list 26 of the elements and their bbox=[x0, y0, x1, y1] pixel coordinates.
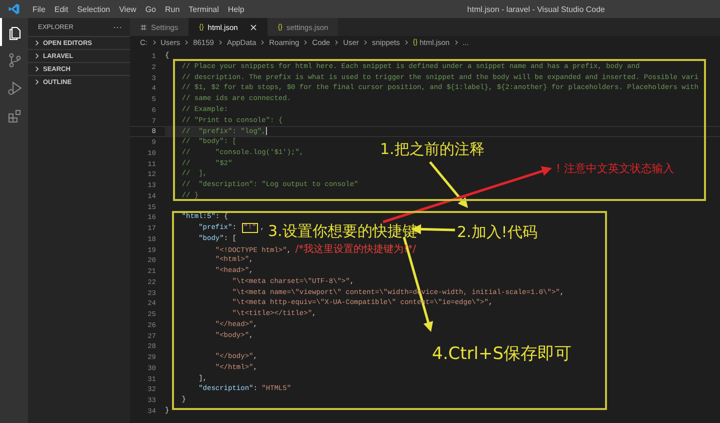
menu-item[interactable]: Help bbox=[223, 4, 249, 14]
menu-item[interactable]: Terminal bbox=[184, 4, 224, 14]
menu-item[interactable]: Edit bbox=[50, 4, 73, 14]
window-title: html.json - laravel - Visual Studio Code bbox=[467, 4, 605, 14]
settings-file-icon bbox=[140, 24, 147, 30]
annotation-label: 2.加入!代码 bbox=[457, 223, 538, 241]
chevron-icon bbox=[260, 40, 266, 45]
annotation-label: 4.Ctrl+S保存即可 bbox=[432, 344, 572, 364]
menu-item[interactable]: File bbox=[28, 4, 50, 14]
chevron-icon bbox=[218, 40, 223, 45]
menu-item[interactable]: Run bbox=[160, 4, 184, 14]
menu-item[interactable]: View bbox=[114, 4, 141, 14]
chevron-icon bbox=[334, 40, 340, 45]
chevron-icon bbox=[184, 40, 190, 45]
chevron-icon bbox=[303, 40, 308, 45]
chevron-icon bbox=[152, 40, 156, 45]
chevron-icon bbox=[404, 40, 409, 45]
vscode-logo-icon bbox=[8, 3, 20, 15]
more-actions[interactable]: ··· bbox=[113, 22, 122, 32]
chevron-icon bbox=[454, 40, 459, 45]
annotation-label: ! 注意中文英文状态输入 bbox=[556, 162, 674, 176]
close-icon[interactable] bbox=[250, 24, 257, 30]
annotation-label: 1.把之前的注释 bbox=[380, 140, 484, 158]
chevron-icon bbox=[362, 40, 368, 45]
menu-item[interactable]: Selection bbox=[72, 4, 115, 14]
menu-item[interactable]: Go bbox=[140, 4, 160, 14]
